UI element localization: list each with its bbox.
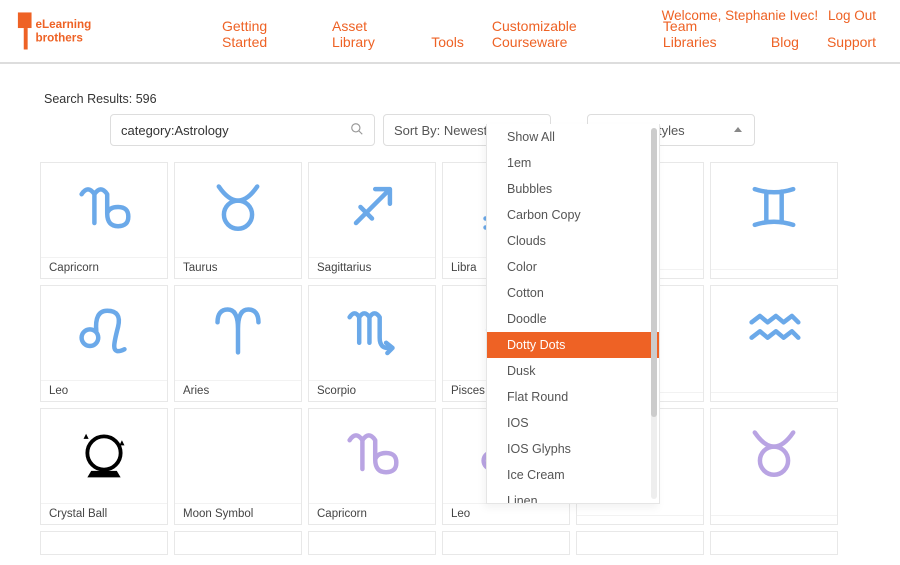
nav-tools[interactable]: Tools bbox=[431, 34, 464, 50]
sort-label: Sort By: Newest bbox=[394, 123, 487, 138]
style-option[interactable]: Doodle bbox=[487, 306, 659, 332]
style-option[interactable]: Show All bbox=[487, 124, 659, 150]
main-nav: Getting Started Asset Library Tools Cust… bbox=[222, 18, 876, 52]
gemini-icon bbox=[711, 163, 837, 251]
card-label bbox=[577, 515, 703, 524]
nav-asset-library[interactable]: Asset Library bbox=[332, 18, 403, 50]
leo-icon bbox=[41, 286, 167, 374]
style-option[interactable]: Bubbles bbox=[487, 176, 659, 202]
aries-icon bbox=[175, 286, 301, 374]
card-label: Capricorn bbox=[309, 503, 435, 524]
style-option[interactable]: Color bbox=[487, 254, 659, 280]
nav-blog[interactable]: Blog bbox=[771, 34, 799, 50]
scorpio-icon bbox=[309, 286, 435, 374]
asset-card[interactable]: Aries bbox=[174, 285, 302, 402]
style-option[interactable]: Carbon Copy bbox=[487, 202, 659, 228]
card-label: Moon Symbol bbox=[175, 503, 301, 524]
search-value: category:Astrology bbox=[121, 123, 229, 138]
card-label: Leo bbox=[443, 503, 569, 524]
scrollbar[interactable] bbox=[651, 128, 657, 499]
asset-card[interactable] bbox=[576, 531, 704, 555]
asset-card[interactable]: Capricorn bbox=[40, 162, 168, 279]
style-option[interactable]: IOS Glyphs bbox=[487, 436, 659, 462]
card-label: Crystal Ball bbox=[41, 503, 167, 524]
asset-card[interactable]: Taurus bbox=[174, 162, 302, 279]
controls-row: category:Astrology Sort By: Newest Filte… bbox=[110, 114, 860, 146]
nav-support[interactable]: Support bbox=[827, 34, 876, 50]
card-label bbox=[711, 269, 837, 278]
content: Search Results: 596 category:Astrology S… bbox=[0, 64, 900, 565]
card-label: Capricorn bbox=[41, 257, 167, 278]
search-input[interactable]: category:Astrology bbox=[110, 114, 375, 146]
logout-link[interactable]: Log Out bbox=[828, 8, 876, 23]
asset-card[interactable]: Capricorn bbox=[308, 408, 436, 525]
nav-customizable-courseware[interactable]: Customizable Courseware bbox=[492, 18, 635, 50]
card-label: Scorpio bbox=[309, 380, 435, 401]
results-count: Search Results: 596 bbox=[44, 92, 860, 106]
results-grid: Capricorn Taurus Sagittarius Libra bbox=[40, 162, 860, 555]
style-option[interactable]: Dotty Dots bbox=[487, 332, 659, 358]
asset-card[interactable] bbox=[442, 531, 570, 555]
style-option[interactable]: Flat Round bbox=[487, 384, 659, 410]
scroll-thumb[interactable] bbox=[651, 128, 657, 417]
capricorn-icon bbox=[309, 409, 435, 497]
crystal-ball-icon bbox=[41, 409, 167, 497]
asset-card[interactable]: Sagittarius bbox=[308, 162, 436, 279]
styles-dropdown-panel: Show All1emBubblesCarbon CopyCloudsColor… bbox=[486, 124, 660, 504]
asset-card[interactable] bbox=[710, 162, 838, 279]
card-label: Sagittarius bbox=[309, 257, 435, 278]
card-label: Aries bbox=[175, 380, 301, 401]
header: eLearning brothers Getting Started Asset… bbox=[0, 0, 900, 64]
brand-logo[interactable]: eLearning brothers bbox=[14, 8, 92, 52]
style-option[interactable]: Ice Cream bbox=[487, 462, 659, 488]
style-option[interactable]: Cotton bbox=[487, 280, 659, 306]
asset-card[interactable] bbox=[710, 408, 838, 525]
user-links: Welcome, Stephanie Ivec! Log Out bbox=[656, 8, 876, 23]
style-option[interactable]: Clouds bbox=[487, 228, 659, 254]
card-label: Taurus bbox=[175, 257, 301, 278]
asset-card[interactable] bbox=[40, 531, 168, 555]
card-label bbox=[711, 392, 837, 401]
sagittarius-icon bbox=[309, 163, 435, 251]
taurus-icon bbox=[711, 409, 837, 497]
welcome-text: Welcome, Stephanie Ivec! bbox=[662, 8, 819, 23]
asset-card[interactable] bbox=[710, 531, 838, 555]
style-option[interactable]: Linen bbox=[487, 488, 659, 504]
nav-getting-started[interactable]: Getting Started bbox=[222, 18, 304, 50]
asset-card[interactable]: Scorpio bbox=[308, 285, 436, 402]
aquarius-icon bbox=[711, 286, 837, 374]
style-option[interactable]: 1em bbox=[487, 150, 659, 176]
search-icon[interactable] bbox=[350, 122, 364, 139]
asset-card[interactable]: Crystal Ball bbox=[40, 408, 168, 525]
asset-card[interactable] bbox=[174, 531, 302, 555]
asset-card[interactable]: Moon Symbol bbox=[174, 408, 302, 525]
style-option[interactable]: IOS bbox=[487, 410, 659, 436]
moon-icon bbox=[175, 409, 301, 497]
style-option[interactable]: Dusk bbox=[487, 358, 659, 384]
asset-card[interactable] bbox=[710, 285, 838, 402]
svg-text:brothers: brothers bbox=[35, 32, 83, 45]
card-label: Leo bbox=[41, 380, 167, 401]
svg-text:eLearning: eLearning bbox=[35, 18, 91, 31]
asset-card[interactable]: Leo bbox=[40, 285, 168, 402]
asset-card[interactable] bbox=[308, 531, 436, 555]
card-label bbox=[711, 515, 837, 524]
capricorn-icon bbox=[41, 163, 167, 251]
taurus-icon bbox=[175, 163, 301, 251]
